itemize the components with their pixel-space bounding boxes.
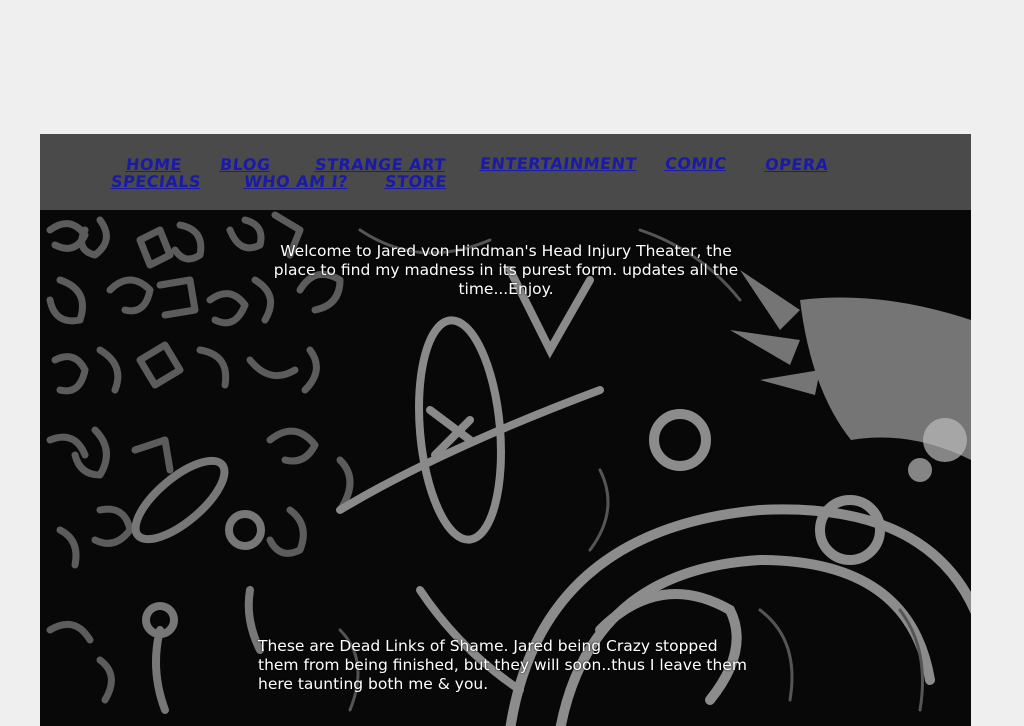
nav-link-store[interactable]: Store bbox=[384, 172, 448, 191]
nav-link-opera[interactable]: Opera bbox=[764, 155, 829, 174]
dead-links-message: These are Dead Links of Shame. Jared bei… bbox=[258, 637, 747, 693]
site-frame: Home Blog Strange Art Entertainment Comi… bbox=[40, 134, 971, 726]
nav-link-specials[interactable]: Specials bbox=[110, 172, 202, 191]
nav-link-comic[interactable]: Comic bbox=[664, 154, 727, 173]
nav-link-entertainment[interactable]: Entertainment bbox=[479, 154, 638, 173]
nav-bar: Home Blog Strange Art Entertainment Comi… bbox=[40, 134, 971, 210]
page: Home Blog Strange Art Entertainment Comi… bbox=[0, 0, 1024, 726]
nav-link-who-am-i[interactable]: Who am I? bbox=[243, 172, 349, 191]
welcome-message: Welcome to Jared von Hindman's Head Inju… bbox=[273, 242, 739, 298]
